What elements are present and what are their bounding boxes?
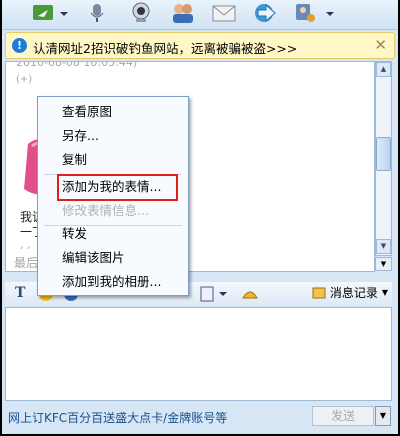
ad-link[interactable]: 网上订KFC百分百送盛大点卡/金牌账号等 [8,409,227,426]
menu-item-edit-emoticon-info: 修改表情信息... [62,203,149,218]
mail-icon[interactable] [211,2,237,24]
contacts-icon[interactable] [170,2,196,24]
menu-item-save-as[interactable]: 另存... [38,124,188,148]
message-snippet: (+) [16,74,33,85]
bottom-bar: 网上订KFC百分百送盛大点卡/金牌账号等 发送 ▼ [2,402,398,434]
chat-scrollbar[interactable]: ▲ ▼ [375,61,392,256]
top-toolbar [2,0,398,30]
font-icon[interactable]: T [15,285,25,301]
chat-window: ! 认清网址2招识破钓鱼网站，远离被骗被盗>>> ✕ 2010-08-08 10… [2,0,398,434]
scroll-down-icon[interactable]: ▼ [376,239,391,254]
info-icon: ! [12,38,27,53]
warning-text[interactable]: 认清网址2招识破钓鱼网站，远离被骗被盗>>> [33,38,297,57]
message-record-icon [312,287,326,298]
message-partial-3: , , [20,238,31,251]
network-icon[interactable] [252,2,278,24]
message-record-label: 消息记录 [329,286,378,300]
menu-item-copy[interactable]: 复制 [38,148,188,172]
scroll-thumb[interactable] [376,137,391,171]
chevron-down-icon: ▼ [381,288,388,297]
message-partial-4: 最后 [14,256,39,270]
screenshot-icon[interactable] [200,286,228,305]
menu-item-forward[interactable]: 转发 [38,222,188,246]
video-icon[interactable] [30,2,70,24]
panel-collapse-icon[interactable]: ▼ [375,257,392,271]
highlight-box [57,174,178,201]
security-warning-banner[interactable]: ! 认清网址2招识破钓鱼网站，远离被骗被盗>>> ✕ [5,32,395,59]
message-record-button[interactable]: 消息记录 ▼ [312,284,388,301]
menu-item-edit-image[interactable]: 编辑该图片 [38,246,188,270]
user-icon[interactable] [292,2,338,24]
scroll-up-icon[interactable]: ▲ [376,62,391,77]
message-input[interactable] [5,307,392,401]
menu-item-view-original[interactable]: 查看原图 [38,100,188,124]
bell-icon[interactable] [239,284,261,305]
mic-icon[interactable] [87,2,107,24]
send-button[interactable]: 发送 [312,406,374,426]
message-timestamp: 2010-08-08 10:05:44) [16,61,138,69]
close-icon[interactable]: ✕ [374,36,387,54]
webcam-icon[interactable] [129,2,153,24]
menu-item-add-to-album[interactable]: 添加到我的相册... [38,270,188,294]
send-options-icon[interactable]: ▼ [375,406,391,426]
